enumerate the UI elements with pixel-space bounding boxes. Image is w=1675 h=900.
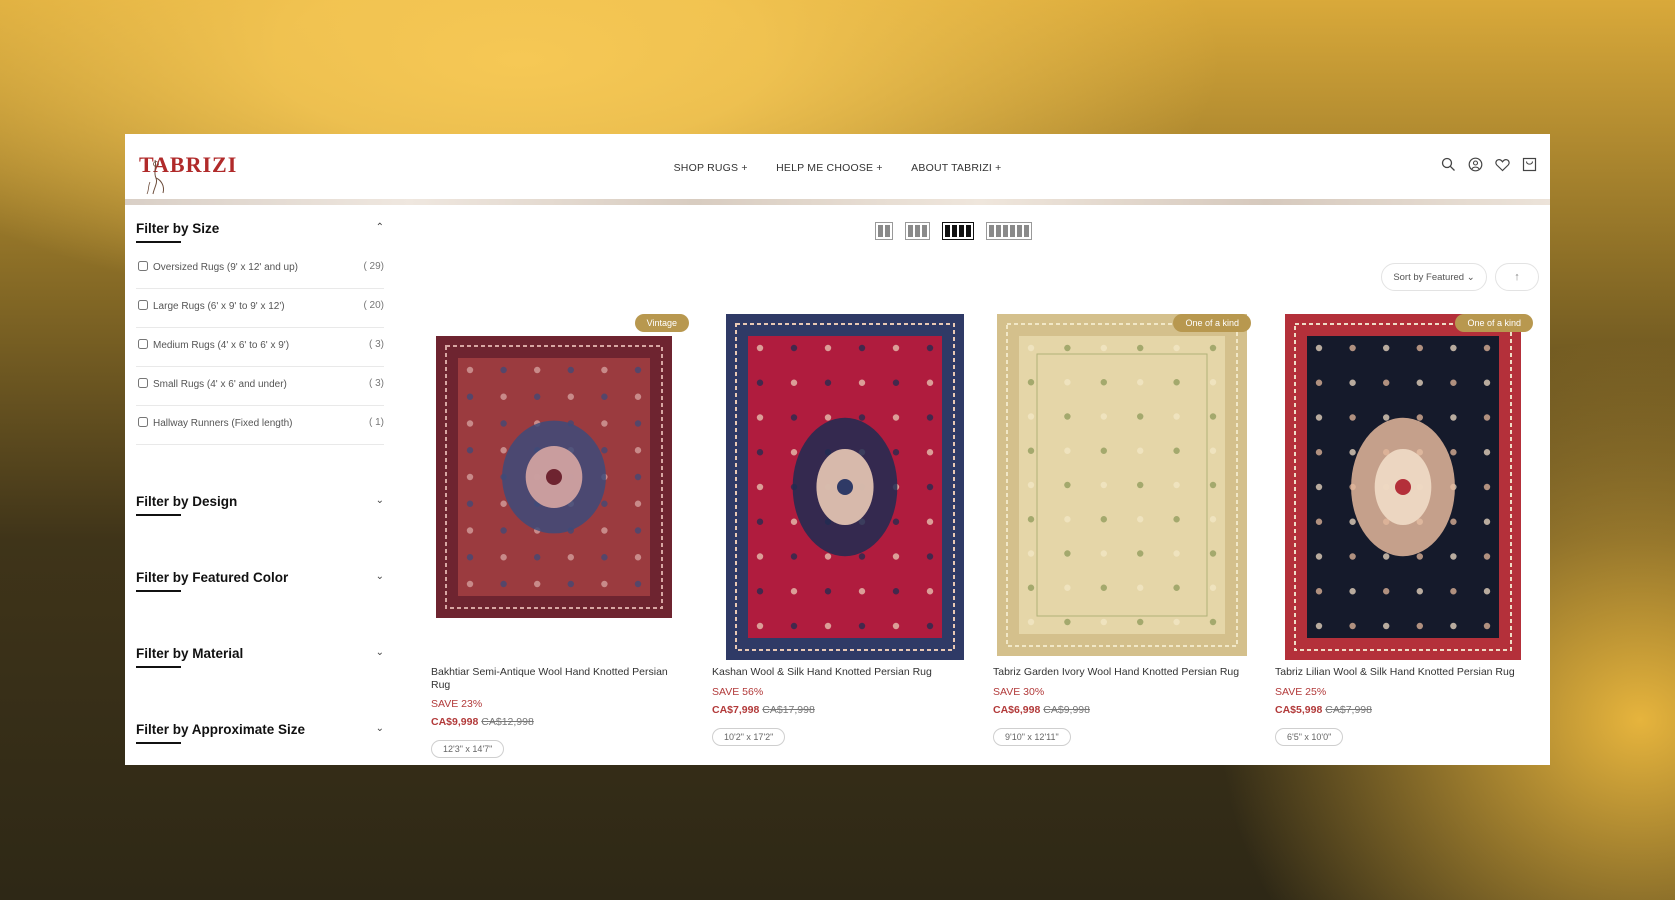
size-option-label: Medium Rugs (4' x 6' to 6' x 9') bbox=[153, 340, 290, 351]
filter-featured-color-title: Filter by Featured Color bbox=[136, 570, 289, 585]
size-option-label: Hallway Runners (Fixed length) bbox=[153, 418, 293, 429]
product-price: CA$5,998 CA$7,998 bbox=[1275, 704, 1372, 716]
size-option-count: ( 3) bbox=[369, 378, 384, 389]
grid-6-columns-icon[interactable] bbox=[986, 222, 1032, 240]
size-option-label: Small Rugs (4' x 6' and under) bbox=[153, 379, 287, 390]
product-save: SAVE 56% bbox=[712, 686, 764, 698]
size-option[interactable]: Hallway Runners (Fixed length) ( 1) bbox=[136, 406, 384, 445]
filter-size-title: Filter by Size bbox=[136, 221, 220, 236]
price-current: CA$9,998 bbox=[431, 716, 479, 728]
filter-featured-color-header[interactable]: Filter by Featured Color ⌄ bbox=[136, 569, 384, 597]
sort-dropdown[interactable]: Sort by Featured ⌄ bbox=[1381, 263, 1487, 291]
product-badge: One of a kind bbox=[1173, 314, 1251, 332]
wishlist-heart-icon[interactable] bbox=[1494, 156, 1511, 173]
chevron-up-icon[interactable]: ⌃ bbox=[376, 222, 384, 233]
chevron-down-icon[interactable]: ⌄ bbox=[376, 647, 384, 658]
site-header: TABRIZI SHOP RUGS + HELP ME CHOOSE + ABO… bbox=[125, 134, 1550, 200]
size-options-list: Oversized Rugs (9' x 12' and up) ( 29) L… bbox=[136, 250, 384, 445]
size-chip[interactable]: 10'2" x 17'2" bbox=[712, 728, 786, 746]
rug-image[interactable] bbox=[993, 314, 1249, 660]
size-chip[interactable]: 9'10" x 12'11" bbox=[993, 728, 1071, 746]
product-save: SAVE 23% bbox=[431, 698, 483, 710]
sort-label: Sort by Featured bbox=[1393, 272, 1465, 283]
filter-title-underline bbox=[136, 742, 181, 744]
nav-about-tabrizi[interactable]: ABOUT TABRIZI + bbox=[911, 162, 1001, 174]
nav-help-me-choose[interactable]: HELP ME CHOOSE + bbox=[776, 162, 883, 174]
filter-approximate-size-header[interactable]: Filter by Approximate Size ⌄ bbox=[136, 721, 384, 749]
page-frame: TABRIZI SHOP RUGS + HELP ME CHOOSE + ABO… bbox=[125, 134, 1550, 765]
product-price: CA$7,998 CA$17,998 bbox=[712, 704, 815, 716]
chevron-down-icon[interactable]: ⌄ bbox=[376, 723, 384, 734]
chevron-down-icon[interactable]: ⌄ bbox=[376, 571, 384, 582]
product-save: SAVE 30% bbox=[993, 686, 1045, 698]
filter-sidebar: Filter by Size ⌃ Oversized Rugs (9' x 12… bbox=[136, 220, 384, 749]
account-icon[interactable] bbox=[1467, 156, 1484, 173]
filter-size-header[interactable]: Filter by Size ⌃ bbox=[136, 220, 384, 248]
product-save: SAVE 25% bbox=[1275, 686, 1327, 698]
size-option-count: ( 29) bbox=[363, 261, 384, 272]
grid-4-columns-icon[interactable] bbox=[942, 222, 974, 240]
size-option-checkbox[interactable] bbox=[138, 339, 148, 349]
search-icon[interactable] bbox=[1440, 156, 1457, 173]
cart-icon[interactable] bbox=[1521, 156, 1538, 173]
product-name[interactable]: Kashan Wool & Silk Hand Knotted Persian … bbox=[712, 666, 962, 679]
filter-design-title: Filter by Design bbox=[136, 494, 238, 509]
price-current: CA$6,998 bbox=[993, 704, 1041, 716]
nav-shop-rugs[interactable]: SHOP RUGS + bbox=[674, 162, 748, 174]
filter-title-underline bbox=[136, 241, 181, 243]
product-name[interactable]: Tabriz Lilian Wool & Silk Hand Knotted P… bbox=[1275, 666, 1525, 679]
filter-approximate-size-title: Filter by Approximate Size bbox=[136, 722, 306, 737]
product-name[interactable]: Tabriz Garden Ivory Wool Hand Knotted Pe… bbox=[993, 666, 1243, 679]
filter-design-header[interactable]: Filter by Design ⌄ bbox=[136, 493, 384, 521]
size-option[interactable]: Medium Rugs (4' x 6' to 6' x 9') ( 3) bbox=[136, 328, 384, 367]
size-option[interactable]: Large Rugs (6' x 9' to 9' x 12') ( 20) bbox=[136, 289, 384, 328]
product-name[interactable]: Bakhtiar Semi-Antique Wool Hand Knotted … bbox=[431, 666, 681, 692]
grid-3-columns-icon[interactable] bbox=[905, 222, 930, 240]
size-option-checkbox[interactable] bbox=[138, 300, 148, 310]
grid-2-columns-icon[interactable] bbox=[875, 222, 893, 240]
product-badge: One of a kind bbox=[1455, 314, 1533, 332]
size-option-label: Oversized Rugs (9' x 12' and up) bbox=[153, 262, 298, 273]
size-option[interactable]: Oversized Rugs (9' x 12' and up) ( 29) bbox=[136, 250, 384, 289]
size-option-checkbox[interactable] bbox=[138, 417, 148, 427]
header-decorative-band bbox=[125, 199, 1550, 205]
price-original: CA$12,998 bbox=[481, 716, 534, 728]
price-original: CA$7,998 bbox=[1325, 704, 1372, 716]
filter-title-underline bbox=[136, 514, 181, 516]
header-icons bbox=[1440, 156, 1538, 173]
scroll-top-button[interactable]: ↑ bbox=[1495, 263, 1539, 291]
rug-image[interactable] bbox=[1275, 314, 1531, 660]
filter-material-title: Filter by Material bbox=[136, 646, 244, 661]
size-option-checkbox[interactable] bbox=[138, 261, 148, 271]
product-price: CA$6,998 CA$9,998 bbox=[993, 704, 1090, 716]
main-nav: SHOP RUGS + HELP ME CHOOSE + ABOUT TABRI… bbox=[125, 158, 1550, 176]
product-price: CA$9,998 CA$12,998 bbox=[431, 716, 534, 728]
size-option-count: ( 20) bbox=[363, 300, 384, 311]
filter-material-header[interactable]: Filter by Material ⌄ bbox=[136, 645, 384, 673]
grid-layout-toggles bbox=[875, 222, 1032, 240]
price-original: CA$9,998 bbox=[1043, 704, 1090, 716]
size-option-checkbox[interactable] bbox=[138, 378, 148, 388]
chevron-down-icon: ⌄ bbox=[1466, 272, 1475, 283]
filter-title-underline bbox=[136, 666, 181, 668]
size-option[interactable]: Small Rugs (4' x 6' and under) ( 3) bbox=[136, 367, 384, 406]
rug-image[interactable] bbox=[431, 314, 687, 660]
chevron-down-icon[interactable]: ⌄ bbox=[376, 495, 384, 506]
price-original: CA$17,998 bbox=[762, 704, 815, 716]
rug-image[interactable] bbox=[712, 314, 968, 660]
size-option-count: ( 3) bbox=[369, 339, 384, 350]
price-current: CA$5,998 bbox=[1275, 704, 1323, 716]
price-current: CA$7,998 bbox=[712, 704, 760, 716]
size-option-label: Large Rugs (6' x 9' to 9' x 12') bbox=[153, 301, 285, 312]
size-chip[interactable]: 6'5" x 10'0" bbox=[1275, 728, 1344, 746]
size-chip[interactable]: 12'3" x 14'7" bbox=[431, 740, 505, 758]
size-option-count: ( 1) bbox=[369, 417, 384, 428]
filter-title-underline bbox=[136, 590, 181, 592]
product-badge: Vintage bbox=[634, 314, 689, 332]
